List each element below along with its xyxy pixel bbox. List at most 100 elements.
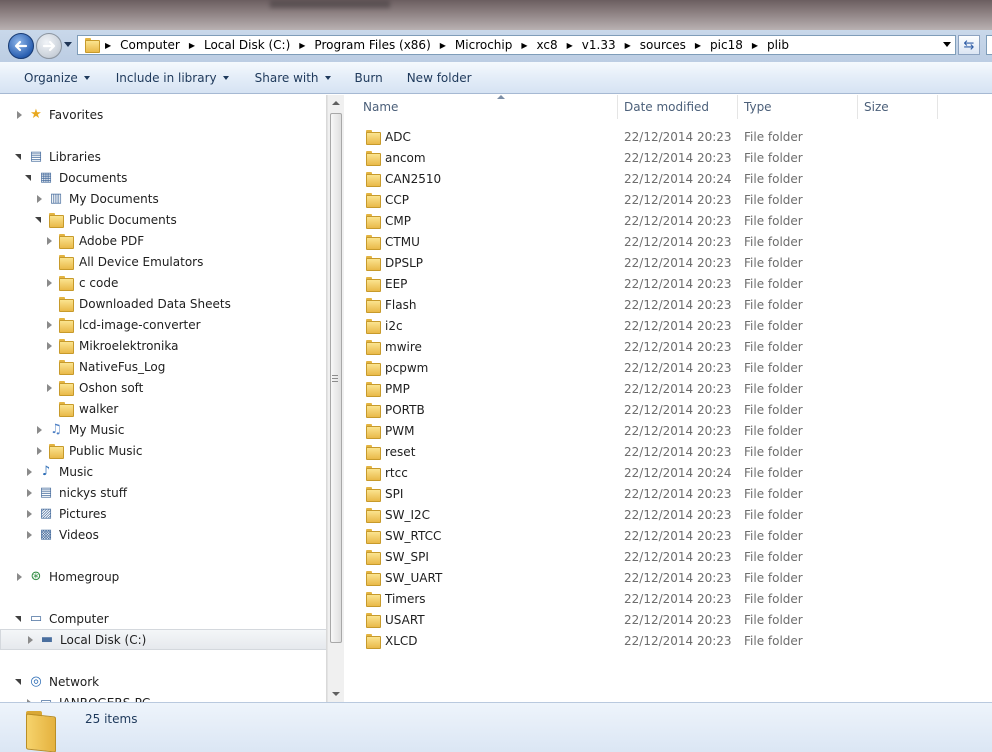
navigation-scrollbar[interactable] bbox=[327, 95, 344, 702]
nav-item[interactable]: ★ Favorites bbox=[0, 104, 326, 125]
collapsed-arrow-icon[interactable] bbox=[44, 341, 54, 351]
collapsed-arrow-icon[interactable] bbox=[24, 530, 34, 540]
recent-pages-dropdown[interactable] bbox=[64, 42, 72, 47]
chevron-right-icon[interactable]: ▶ bbox=[752, 41, 758, 50]
file-row[interactable]: CCP 22/12/2014 20:23 File folder bbox=[345, 189, 992, 210]
file-row[interactable]: PORTB 22/12/2014 20:23 File folder bbox=[345, 399, 992, 420]
file-row[interactable]: PMP 22/12/2014 20:23 File folder bbox=[345, 378, 992, 399]
breadcrumb-item[interactable]: ▶ Microchip bbox=[440, 38, 522, 52]
file-row[interactable]: CMP 22/12/2014 20:23 File folder bbox=[345, 210, 992, 231]
nav-item[interactable]: ⊛ Homegroup bbox=[0, 566, 326, 587]
file-row[interactable]: EEP 22/12/2014 20:23 File folder bbox=[345, 273, 992, 294]
nav-item[interactable]: ▭IANROGERS-PC bbox=[0, 692, 326, 702]
address-dropdown-icon[interactable] bbox=[943, 42, 951, 47]
file-row[interactable]: Timers 22/12/2014 20:23 File folder bbox=[345, 588, 992, 609]
expanded-arrow-icon[interactable] bbox=[24, 173, 34, 183]
collapsed-arrow-icon[interactable] bbox=[34, 194, 44, 204]
file-row[interactable]: mwire 22/12/2014 20:23 File folder bbox=[345, 336, 992, 357]
column-size[interactable]: Size bbox=[858, 95, 938, 119]
breadcrumb-item[interactable]: ▶ Local Disk (C:) bbox=[189, 38, 299, 52]
file-row[interactable]: PWM 22/12/2014 20:23 File folder bbox=[345, 420, 992, 441]
chevron-right-icon[interactable]: ▶ bbox=[695, 41, 701, 50]
collapsed-arrow-icon[interactable] bbox=[24, 488, 34, 498]
file-row[interactable]: CTMU 22/12/2014 20:23 File folder bbox=[345, 231, 992, 252]
scroll-up-icon[interactable] bbox=[332, 101, 340, 105]
organize-button[interactable]: Organize bbox=[14, 67, 100, 89]
collapsed-arrow-icon[interactable] bbox=[25, 635, 35, 645]
nav-item[interactable]: ♪ Music bbox=[0, 461, 326, 482]
file-row[interactable]: CAN2510 22/12/2014 20:24 File folder bbox=[345, 168, 992, 189]
column-name[interactable]: Name bbox=[357, 95, 618, 119]
nav-item[interactable]: ▤ Libraries bbox=[0, 146, 326, 167]
expanded-arrow-icon[interactable] bbox=[34, 215, 44, 225]
chevron-right-icon[interactable]: ▶ bbox=[189, 41, 195, 50]
file-row[interactable]: reset 22/12/2014 20:23 File folder bbox=[345, 441, 992, 462]
collapsed-arrow-icon[interactable] bbox=[34, 425, 44, 435]
chevron-right-icon[interactable]: ▶ bbox=[521, 41, 527, 50]
file-row[interactable]: DPSLP 22/12/2014 20:23 File folder bbox=[345, 252, 992, 273]
breadcrumb-item[interactable]: ▶ v1.33 bbox=[567, 38, 625, 52]
nav-item[interactable]: ▬ Local Disk (C:) bbox=[0, 629, 326, 650]
breadcrumb-item[interactable]: ▶ sources bbox=[625, 38, 695, 52]
file-row[interactable]: rtcc 22/12/2014 20:24 File folder bbox=[345, 462, 992, 483]
expanded-arrow-icon[interactable] bbox=[14, 614, 24, 624]
new-folder-button[interactable]: New folder bbox=[397, 67, 482, 89]
file-row[interactable]: pcpwm 22/12/2014 20:23 File folder bbox=[345, 357, 992, 378]
breadcrumb-item[interactable]: ▶ pic18 bbox=[695, 38, 752, 52]
collapsed-arrow-icon[interactable] bbox=[44, 236, 54, 246]
file-row[interactable]: SPI 22/12/2014 20:23 File folder bbox=[345, 483, 992, 504]
file-row[interactable]: Flash 22/12/2014 20:23 File folder bbox=[345, 294, 992, 315]
burn-button[interactable]: Burn bbox=[345, 67, 393, 89]
nav-item[interactable]: Downloaded Data Sheets bbox=[0, 293, 326, 314]
file-row[interactable]: XLCD 22/12/2014 20:23 File folder bbox=[345, 630, 992, 651]
file-row[interactable]: ancom 22/12/2014 20:23 File folder bbox=[345, 147, 992, 168]
file-row[interactable]: ADC 22/12/2014 20:23 File folder bbox=[345, 126, 992, 147]
chevron-right-icon[interactable]: ▶ bbox=[105, 41, 111, 50]
refresh-button[interactable]: ⇆ bbox=[958, 35, 980, 55]
file-row[interactable]: SW_RTCC 22/12/2014 20:23 File folder bbox=[345, 525, 992, 546]
collapsed-arrow-icon[interactable] bbox=[44, 320, 54, 330]
collapsed-arrow-icon[interactable] bbox=[14, 572, 24, 582]
nav-item[interactable]: ▩ Videos bbox=[0, 524, 326, 545]
chevron-right-icon[interactable]: ▶ bbox=[625, 41, 631, 50]
breadcrumb-item[interactable]: ▶ Program Files (x86) bbox=[299, 38, 439, 52]
nav-item[interactable]: ▨ Pictures bbox=[0, 503, 326, 524]
nav-item[interactable]: ▦ Documents bbox=[0, 167, 326, 188]
nav-item[interactable]: ▥ My Documents bbox=[0, 188, 326, 209]
breadcrumb-item[interactable]: ▶ plib bbox=[752, 38, 798, 52]
nav-item[interactable]: NativeFus_Log bbox=[0, 356, 326, 377]
expanded-arrow-icon[interactable] bbox=[14, 677, 24, 687]
breadcrumb-item[interactable]: ▶ xc8 bbox=[521, 38, 566, 52]
nav-item[interactable]: Oshon soft bbox=[0, 377, 326, 398]
nav-item[interactable]: Public Music bbox=[0, 440, 326, 461]
collapsed-arrow-icon[interactable] bbox=[14, 110, 24, 120]
chevron-right-icon[interactable]: ▶ bbox=[299, 41, 305, 50]
collapsed-arrow-icon[interactable] bbox=[24, 509, 34, 519]
collapsed-arrow-icon[interactable] bbox=[34, 446, 44, 456]
nav-item[interactable]: Public Documents bbox=[0, 209, 326, 230]
nav-item[interactable]: ▭ Computer bbox=[0, 608, 326, 629]
file-row[interactable]: SW_SPI 22/12/2014 20:23 File folder bbox=[345, 546, 992, 567]
collapsed-arrow-icon[interactable] bbox=[44, 278, 54, 288]
scroll-down-icon[interactable] bbox=[332, 692, 340, 696]
include-in-library-button[interactable]: Include in library bbox=[106, 67, 239, 89]
nav-item[interactable]: ▤ nickys stuff bbox=[0, 482, 326, 503]
expanded-arrow-icon[interactable] bbox=[14, 152, 24, 162]
file-row[interactable]: SW_I2C 22/12/2014 20:23 File folder bbox=[345, 504, 992, 525]
address-bar[interactable]: ▶ Computer ▶ Local Disk (C:) ▶ Program Files … bbox=[77, 35, 956, 55]
nav-item[interactable]: c code bbox=[0, 272, 326, 293]
back-button[interactable] bbox=[8, 33, 34, 59]
file-row[interactable]: SW_UART 22/12/2014 20:23 File folder bbox=[345, 567, 992, 588]
nav-item[interactable]: Adobe PDF bbox=[0, 230, 326, 251]
nav-item[interactable]: ◎ Network bbox=[0, 671, 326, 692]
file-row[interactable]: i2c 22/12/2014 20:23 File folder bbox=[345, 315, 992, 336]
nav-item[interactable]: All Device Emulators bbox=[0, 251, 326, 272]
chevron-right-icon[interactable]: ▶ bbox=[440, 41, 446, 50]
search-input[interactable] bbox=[986, 35, 992, 55]
breadcrumb-item[interactable]: ▶ Computer bbox=[105, 38, 189, 52]
chevron-right-icon[interactable]: ▶ bbox=[567, 41, 573, 50]
nav-item[interactable]: lcd-image-converter bbox=[0, 314, 326, 335]
column-date-modified[interactable]: Date modified bbox=[618, 95, 738, 119]
forward-button[interactable] bbox=[36, 33, 62, 59]
collapsed-arrow-icon[interactable] bbox=[44, 383, 54, 393]
